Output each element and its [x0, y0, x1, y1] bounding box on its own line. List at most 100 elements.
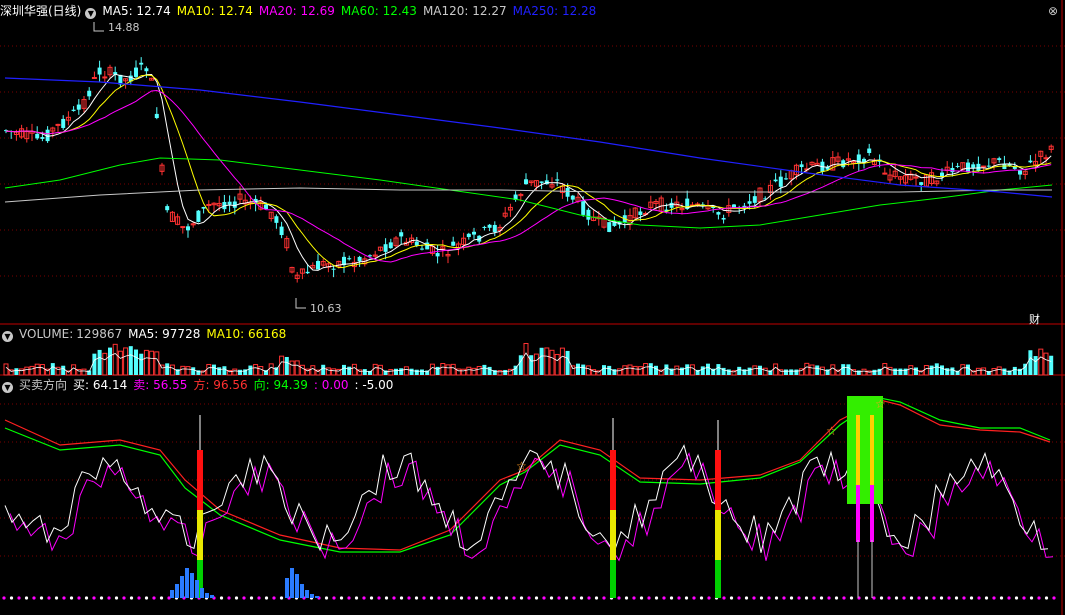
baseline-dot [482, 596, 486, 600]
baseline-dot [392, 596, 396, 600]
candlesticks[interactable] [4, 57, 1054, 283]
baseline-dot [534, 596, 539, 600]
volume-bar [268, 363, 274, 376]
volume-bar [394, 368, 398, 375]
candle-body [747, 201, 752, 204]
candle-body [638, 211, 643, 216]
volume-bar [996, 366, 1002, 376]
volume-bar [284, 356, 289, 375]
volume-bar [856, 370, 861, 375]
candle-body [425, 242, 430, 250]
baseline-dot [62, 596, 66, 600]
volume-bar [685, 364, 690, 375]
baseline-dot [819, 596, 824, 600]
signal-marker: ☆ [875, 397, 886, 411]
baseline-dot [572, 596, 576, 600]
volume-bar [762, 367, 768, 376]
volume-bar [654, 365, 658, 375]
baseline-dot [17, 596, 21, 600]
ma250-label: MA250: 12.28 [512, 4, 597, 18]
volume-bar [165, 363, 170, 375]
candle-body [492, 224, 497, 233]
volume-bars[interactable] [3, 343, 1054, 376]
volume-bar [482, 364, 487, 375]
volume-bar [804, 362, 810, 376]
baseline-dot [279, 596, 284, 600]
blue-bar [285, 578, 289, 598]
chart-canvas[interactable]: ☆ ☆ ☆ [0, 0, 1065, 615]
finance-badge[interactable]: 财 [1029, 311, 1040, 327]
baseline-dot [144, 596, 149, 600]
baseline-dot [894, 596, 899, 600]
volume-bar [377, 364, 383, 376]
volume-bar [945, 368, 950, 375]
volume-bar [648, 363, 653, 375]
high-marker [93, 22, 104, 32]
volume-bar [279, 355, 285, 376]
volume-bar [752, 365, 758, 376]
candle-body [227, 201, 232, 205]
baseline-dot [767, 596, 771, 600]
volume-bar [258, 366, 264, 376]
ma60-label: MA60: 12.43 [340, 4, 417, 18]
baseline-dot [564, 596, 569, 600]
fang-label: 方: 96.56 [193, 378, 248, 392]
candle-body [976, 163, 981, 171]
blue-bar [295, 574, 299, 598]
volume-bar [529, 355, 534, 375]
volume-bar [429, 363, 435, 376]
volume-bar [846, 364, 851, 375]
baseline-dot [234, 596, 239, 600]
volume-bar [445, 364, 451, 376]
volume-bar [689, 364, 695, 376]
volume-bar [217, 367, 222, 375]
candle-body [399, 232, 404, 237]
volume-bar [420, 369, 424, 375]
volume-bar [102, 352, 108, 376]
volume-bar [466, 366, 472, 376]
indicator-name[interactable]: 买卖方向 [19, 378, 67, 392]
baseline-dot [677, 596, 681, 600]
magenta-bar [856, 485, 860, 542]
volume-bar [351, 363, 357, 376]
volume-bar [539, 347, 544, 375]
signal-yellow [610, 510, 616, 560]
highlight-block [847, 396, 883, 504]
baseline-dot [879, 596, 884, 600]
baseline-dot [1044, 596, 1049, 600]
baseline-dot [384, 596, 389, 600]
volume-bar [299, 364, 305, 376]
settings-circle-icon[interactable]: ▼ [85, 8, 97, 19]
volume-bar [1038, 348, 1044, 376]
volume-bar [554, 353, 560, 376]
candle-body [40, 137, 45, 139]
candle-body [799, 164, 804, 168]
baseline-dot [92, 596, 96, 600]
volume-bar [81, 368, 87, 376]
volume-bar [934, 363, 939, 375]
volume-bar [409, 368, 414, 375]
stock-title[interactable]: 深圳华强(日线) [0, 4, 81, 18]
volume-bar [97, 349, 102, 375]
baseline-dot [227, 596, 231, 600]
volume-bar [908, 365, 914, 376]
indicator-plot[interactable]: ☆ ☆ ☆ [2, 396, 1056, 600]
volume-bar [549, 349, 555, 376]
close-icon[interactable]: ⊗ [1046, 4, 1060, 18]
volume-bar [476, 366, 482, 376]
volume-bar [180, 365, 186, 376]
baseline-dot [152, 596, 156, 600]
candle-body [196, 210, 201, 222]
baseline-dot [467, 596, 471, 600]
volume-bar [169, 364, 175, 376]
volume-bar [581, 364, 586, 375]
candle-body [986, 165, 991, 167]
volume-menu-icon[interactable]: ▼ [2, 331, 13, 342]
candle-body [305, 271, 310, 274]
volume-bar [991, 368, 997, 376]
volume-value: 129867 [76, 327, 123, 341]
indicator-menu-icon[interactable]: ▼ [2, 382, 13, 393]
volume-bar [372, 363, 378, 376]
high-price-label: 14.88 [108, 21, 140, 34]
volume-bar [24, 366, 30, 376]
